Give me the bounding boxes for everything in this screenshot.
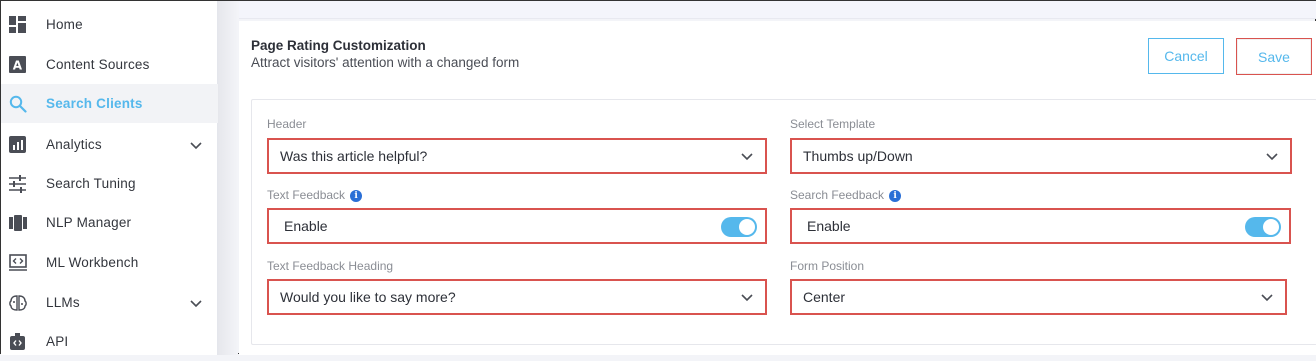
header-label: Header xyxy=(267,117,307,131)
sidebar-item-analytics[interactable]: Analytics xyxy=(1,125,218,164)
sidebar-item-nlp-manager[interactable]: NLP Manager xyxy=(1,203,218,242)
dashboard-icon xyxy=(9,15,27,34)
header-select[interactable]: Was this article helpful? xyxy=(267,138,767,174)
search-feedback-label-text: Search Feedback xyxy=(790,188,885,202)
info-icon[interactable]: i xyxy=(350,190,363,202)
form-position-value: Center xyxy=(803,289,846,305)
text-feedback-heading-value: Would you like to say more? xyxy=(280,289,456,305)
search-feedback-toggle[interactable] xyxy=(1245,217,1281,237)
sidebar-item-label: Search Clients xyxy=(46,96,143,111)
select-template-value: Thumbs up/Down xyxy=(803,148,913,164)
save-button[interactable]: Save xyxy=(1236,38,1312,75)
api-icon xyxy=(9,332,27,351)
workbench-icon xyxy=(9,253,27,272)
analytics-icon xyxy=(9,135,27,154)
search-icon xyxy=(9,95,27,113)
chevron-down-icon xyxy=(741,153,753,161)
sidebar-item-search-tuning[interactable]: Search Tuning xyxy=(1,164,218,203)
text-feedback-toggle[interactable] xyxy=(721,217,757,237)
sidebar-item-content-sources[interactable]: A Content Sources xyxy=(1,45,218,84)
search-feedback-value: Enable xyxy=(807,218,851,234)
select-template-label: Select Template xyxy=(790,117,876,131)
top-bar xyxy=(239,1,1316,19)
select-template-select[interactable]: Thumbs up/Down xyxy=(790,138,1292,174)
sidebar-item-ml-workbench[interactable]: ML Workbench xyxy=(1,243,218,282)
info-icon[interactable]: i xyxy=(889,190,902,202)
search-feedback-label: Search Feedback i xyxy=(790,188,902,202)
svg-text:A: A xyxy=(13,58,23,72)
nlp-icon xyxy=(9,214,27,232)
sidebar-item-home[interactable]: Home xyxy=(1,5,218,44)
sidebar-item-search-clients[interactable]: Search Clients xyxy=(1,84,218,123)
text-feedback-value: Enable xyxy=(284,218,328,234)
search-feedback-field: Enable xyxy=(790,208,1291,244)
text-feedback-field: Enable xyxy=(267,208,767,244)
sidebar-item-api[interactable]: API xyxy=(1,322,218,361)
sidebar-item-llms[interactable]: LLMs xyxy=(1,283,218,322)
form-position-label: Form Position xyxy=(790,259,865,273)
sidebar: Home A Content Sources Search Clients An… xyxy=(1,1,218,355)
toggle-knob xyxy=(1263,219,1279,235)
header-value: Was this article helpful? xyxy=(280,148,428,164)
content-a-icon: A xyxy=(9,55,27,74)
text-feedback-label-text: Text Feedback xyxy=(267,188,346,202)
chevron-down-icon xyxy=(190,299,202,307)
text-feedback-heading-select[interactable]: Would you like to say more? xyxy=(267,279,767,315)
page-subtitle: Attract visitors' attention with a chang… xyxy=(251,55,520,70)
sidebar-item-label: Content Sources xyxy=(46,57,150,72)
sidebar-item-label: Search Tuning xyxy=(46,176,136,191)
chevron-down-icon xyxy=(190,141,202,149)
sidebar-divider xyxy=(218,1,238,355)
page-title: Page Rating Customization xyxy=(251,38,426,53)
cancel-button[interactable]: Cancel xyxy=(1148,38,1224,74)
sidebar-item-label: Analytics xyxy=(46,137,102,152)
sidebar-item-label: NLP Manager xyxy=(46,215,132,230)
brain-icon xyxy=(9,294,27,312)
sidebar-item-label: API xyxy=(46,334,69,349)
form-position-select[interactable]: Center xyxy=(790,279,1287,315)
sidebar-item-label: ML Workbench xyxy=(46,255,139,270)
sidebar-item-label: LLMs xyxy=(46,295,80,310)
text-feedback-label: Text Feedback i xyxy=(267,188,363,202)
sidebar-item-label: Home xyxy=(46,17,83,32)
sliders-icon xyxy=(9,174,27,193)
form-panel: Header Was this article helpful? Text Fe… xyxy=(251,99,1316,345)
page-rating-card: Page Rating Customization Attract visito… xyxy=(239,21,1316,355)
chevron-down-icon xyxy=(1266,153,1278,161)
text-feedback-heading-label: Text Feedback Heading xyxy=(267,259,394,273)
toggle-knob xyxy=(739,219,755,235)
chevron-down-icon xyxy=(741,294,753,302)
chevron-down-icon xyxy=(1261,294,1273,302)
